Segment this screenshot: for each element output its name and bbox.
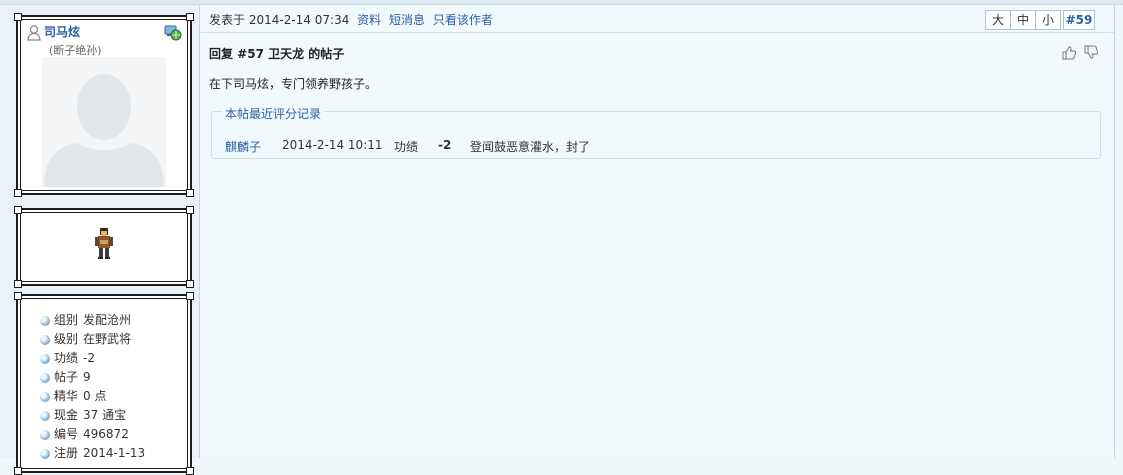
rating-record: 麒麟子 2014-2-14 10:11 功绩 -2 登闻鼓恶意灌水，封了 (225, 138, 590, 155)
author-card: 司马炫 (断子绝孙) (14, 13, 194, 197)
font-small-button[interactable]: 小 (1035, 10, 1061, 30)
stat-item: 功绩 -2 (40, 349, 145, 368)
bullet-icon (40, 353, 50, 364)
offline-user-icon (27, 25, 41, 41)
stat-item: 注册 2014-1-13 (40, 444, 145, 463)
thumbs-down-icon[interactable] (1083, 45, 1099, 60)
author-stats-card: 组别 发配沧州 级别 在野武将 功绩 -2 帖子 9 精华 0 点 现金 37 通宝 编号 4… (14, 292, 194, 475)
font-medium-button[interactable]: 中 (1010, 10, 1036, 30)
rating-log: 本帖最近评分记录 麒麟子 2014-2-14 10:11 功绩 -2 登闻鼓恶意… (211, 105, 1101, 159)
author-sidebar: 司马炫 (断子绝孙) 组别 发配沧州 级别 在野武将 功绩 -2 帖子 9 精华… (0, 5, 200, 475)
bullet-icon (40, 448, 50, 459)
rating-score: -2 (438, 138, 452, 152)
post-content: 发表于 2014-2-14 07:34 资料 短消息 只看该作者 大 中 小 #… (199, 5, 1115, 458)
author-stats: 组别 发配沧州 级别 在野武将 功绩 -2 帖子 9 精华 0 点 现金 37 通宝 编号 4… (40, 311, 145, 463)
rating-reason: 登闻鼓恶意灌水，封了 (470, 140, 591, 154)
character-sprite-card (14, 206, 194, 288)
post-title: 回复 #57 卫天龙 的帖子 (209, 47, 345, 61)
rating-user[interactable]: 麒麟子 (225, 138, 282, 155)
posted-prefix: 发表于 (209, 13, 246, 27)
pm-link[interactable]: 短消息 (389, 13, 425, 27)
author-name[interactable]: 司马炫 (44, 25, 80, 40)
author-title: (断子绝孙) (49, 44, 102, 57)
general-sprite-icon (95, 228, 113, 259)
font-large-button[interactable]: 大 (985, 10, 1011, 30)
thumbs-up-icon[interactable] (1061, 45, 1077, 60)
stat-item: 级别 在野武将 (40, 330, 145, 349)
floor-number-link[interactable]: #59 (1063, 10, 1095, 30)
network-status-icon (164, 25, 182, 41)
bullet-icon (40, 334, 50, 345)
rating-date: 2014-2-14 10:11 (282, 138, 383, 152)
bullet-icon (40, 372, 50, 383)
header-divider (200, 32, 1115, 33)
bullet-icon (40, 429, 50, 440)
bullet-icon (40, 410, 50, 421)
right-edge (1114, 5, 1123, 458)
post-body: 在下司马炫，专门领养野孩子。 (209, 77, 378, 91)
stat-item: 精华 0 点 (40, 387, 145, 406)
stat-item: 组别 发配沧州 (40, 311, 145, 330)
avatar[interactable] (42, 57, 166, 187)
rating-field: 功绩 (394, 140, 419, 154)
only-author-link[interactable]: 只看该作者 (433, 13, 493, 27)
stat-item: 现金 37 通宝 (40, 406, 145, 425)
avatar-placeholder-icon (42, 57, 166, 187)
bullet-icon (40, 391, 50, 402)
stat-item: 帖子 9 (40, 368, 145, 387)
bullet-icon (40, 315, 50, 326)
font-size-controls: 大 中 小 #59 (985, 10, 1095, 30)
stat-item: 编号 496872 (40, 425, 145, 444)
profile-link[interactable]: 资料 (357, 13, 381, 27)
post-meta: 发表于 2014-2-14 07:34 资料 短消息 只看该作者 (209, 12, 493, 28)
author-header: 司马炫 (27, 25, 80, 41)
rating-log-legend: 本帖最近评分记录 (222, 105, 325, 122)
posted-time: 2014-2-14 07:34 (248, 13, 350, 27)
